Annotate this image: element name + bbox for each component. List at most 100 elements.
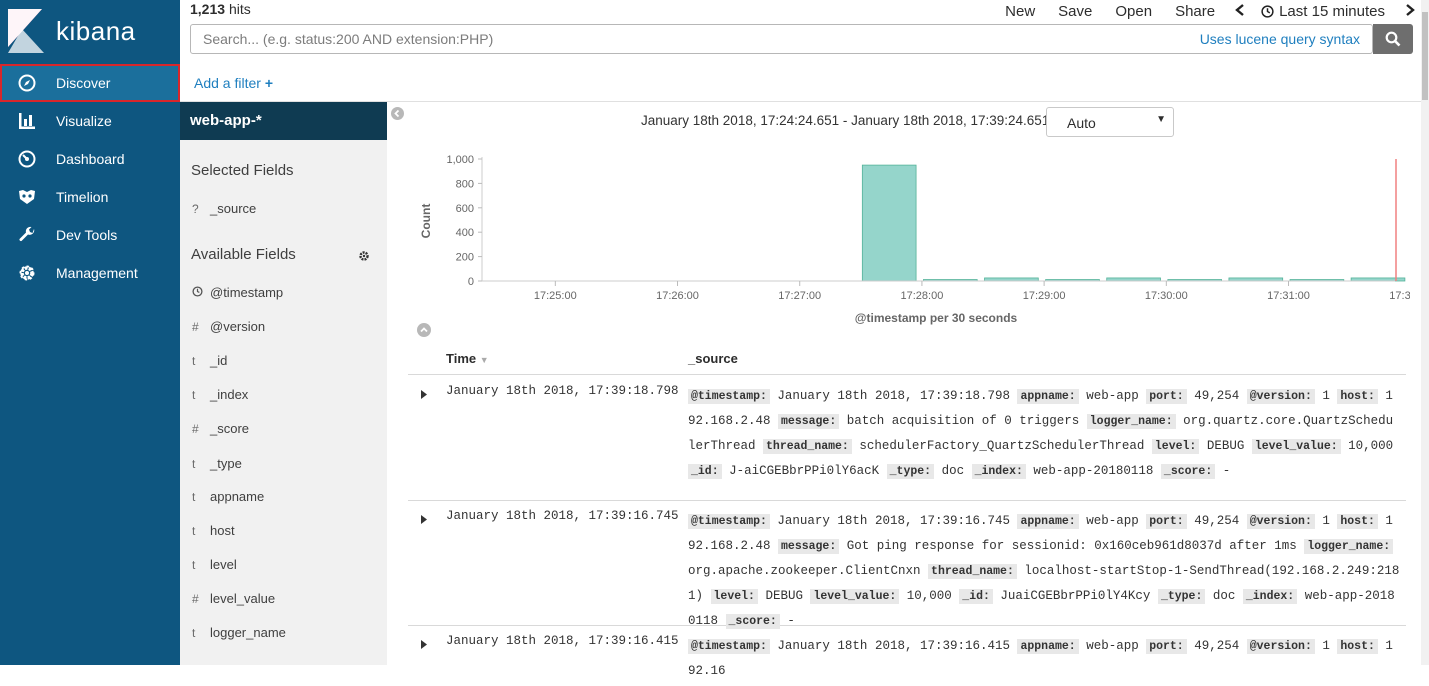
time-picker-button[interactable]: Last 15 minutes — [1261, 3, 1385, 20]
histogram-chart: 0 200 400 600 800 1,000 17:25:00 17:26:00 17:27… — [419, 154, 1410, 325]
field-item[interactable]: t logger_name — [192, 625, 286, 640]
source-field-key: level_value: — [1251, 439, 1341, 454]
field-name: _index — [210, 387, 249, 402]
field-item[interactable]: # _score — [192, 421, 249, 436]
field-type: t — [192, 523, 196, 538]
field-item[interactable]: @timestamp — [192, 285, 283, 300]
y-tick-label: 200 — [456, 252, 474, 264]
gear-icon — [17, 263, 37, 283]
x-tick-label: 17:31:00 — [1267, 290, 1310, 302]
source-field-value: schedulerFactory_QuartzSchedulerThread — [851, 439, 1152, 453]
nav-item-dashboard[interactable]: Dashboard — [0, 140, 180, 178]
x-axis: 17:25:00 17:26:00 17:27:00 17:28:00 17:29:00… — [482, 159, 1410, 302]
field-name: appname — [210, 489, 265, 504]
field-item[interactable]: t _id — [192, 353, 227, 368]
available-fields-title: Available Fields — [191, 246, 296, 263]
source-field-value: 1 — [1314, 639, 1338, 653]
bar-chart-icon — [17, 111, 37, 131]
histogram-bars — [861, 164, 1406, 282]
timelion-mask-icon — [17, 187, 37, 207]
time-back-button[interactable] — [1235, 3, 1245, 20]
source-field-key: level: — [1151, 439, 1200, 454]
share-button[interactable]: Share — [1175, 3, 1215, 20]
search-icon — [1385, 31, 1401, 47]
kibana-logo[interactable]: kibana — [8, 8, 178, 54]
table-row: January 18th 2018, 17:39:16.415 @timesta… — [408, 626, 1406, 686]
source-field-value: January 18th 2018, 17:39:16.415 — [769, 639, 1018, 653]
wrench-icon — [17, 225, 37, 245]
expand-row-icon[interactable] — [420, 636, 430, 649]
field-item[interactable]: ? _source — [192, 201, 256, 216]
field-name: level_value — [210, 591, 276, 606]
field-name: logger_name — [210, 625, 286, 640]
collapse-chart-button[interactable] — [417, 323, 431, 337]
source-field-key: @timestamp: — [688, 389, 770, 404]
nav-item-discover[interactable]: Discover — [0, 64, 180, 102]
save-button[interactable]: Save — [1058, 3, 1092, 20]
field-type: # — [192, 591, 199, 606]
nav-item-label: Management — [56, 265, 138, 281]
source-field-key: @timestamp: — [688, 639, 770, 654]
field-list: Selected Fields ? _source Available Field… — [180, 140, 387, 665]
source-field-key: level: — [710, 589, 758, 604]
field-item[interactable]: # level_value — [192, 591, 275, 606]
source-field-value: January 18th 2018, 17:39:16.745 — [769, 514, 1018, 528]
collapse-sidebar-button[interactable] — [391, 107, 404, 120]
time-forward-button[interactable] — [1405, 3, 1415, 20]
field-name: @timestamp — [210, 285, 284, 300]
source-field-key: @version: — [1246, 639, 1315, 654]
column-time-label: Time — [446, 351, 477, 366]
expand-row-icon[interactable] — [420, 386, 430, 399]
search-button[interactable] — [1373, 24, 1413, 54]
field-item[interactable]: t _index — [192, 387, 248, 402]
x-tick-label: 17:32:00 — [1389, 290, 1410, 302]
filter-bar: Add a filter + — [180, 62, 1425, 102]
nav-item-timelion[interactable]: Timelion — [0, 178, 180, 216]
field-item[interactable]: t _type — [192, 456, 242, 471]
index-pattern-selector[interactable]: web-app-* — [180, 102, 387, 140]
page-scrollbar[interactable] — [1421, 0, 1429, 665]
nav-item-dev-tools[interactable]: Dev Tools — [0, 216, 180, 254]
y-tick-label: 400 — [456, 227, 474, 239]
y-tick-label: 0 — [468, 276, 474, 288]
new-button[interactable]: New — [1005, 3, 1035, 20]
source-field-key: logger_name: — [1304, 539, 1394, 554]
lucene-syntax-link[interactable]: Uses lucene query syntax — [1200, 31, 1360, 47]
sort-icon: ▼ — [479, 355, 489, 365]
expand-row-icon[interactable] — [420, 511, 430, 524]
column-source-header: _source — [688, 351, 738, 366]
nav-item-visualize[interactable]: Visualize — [0, 102, 180, 140]
table-row: January 18th 2018, 17:39:18.798 @timesta… — [408, 376, 1406, 501]
source-field-key: _type: — [1157, 589, 1206, 604]
source-field-value: January 18th 2018, 17:39:18.798 — [769, 389, 1018, 403]
source-field-value: DEBUG — [757, 589, 811, 603]
x-axis-label: @timestamp per 30 seconds — [855, 311, 1018, 325]
row-source: @timestamp: January 18th 2018, 17:39:16.… — [688, 509, 1400, 634]
field-name: @version — [210, 319, 266, 334]
x-tick-label: 17:30:00 — [1145, 290, 1188, 302]
scrollbar-thumb[interactable] — [1422, 12, 1428, 100]
source-field-key: level_value: — [810, 589, 900, 604]
field-item[interactable]: t host — [192, 523, 235, 538]
top-menu: New Save Open Share Last 15 minutes — [982, 0, 1415, 22]
histogram-bar[interactable] — [861, 164, 917, 282]
x-tick-label: 17:25:00 — [534, 290, 577, 302]
column-time-header[interactable]: Time ▼ — [446, 351, 489, 366]
source-field-key: logger_name: — [1086, 414, 1176, 429]
source-field-value: 1 — [1314, 514, 1338, 528]
interval-select[interactable]: Auto ▼ — [1046, 107, 1174, 137]
source-field-value: web-app — [1078, 514, 1147, 528]
source-field-key: appname: — [1017, 389, 1079, 404]
y-tick-label: 800 — [456, 178, 474, 190]
field-settings-gear-icon[interactable] — [358, 249, 370, 267]
add-filter-link[interactable]: Add a filter + — [194, 75, 273, 91]
open-button[interactable]: Open — [1115, 3, 1152, 20]
search-input[interactable]: Search... (e.g. status:200 AND extension… — [190, 24, 1373, 54]
x-tick-label: 17:29:00 — [1023, 290, 1066, 302]
field-item[interactable]: t level — [192, 557, 237, 572]
table-header: Time ▼ _source — [408, 345, 1406, 375]
field-item[interactable]: t appname — [192, 489, 264, 504]
nav-item-management[interactable]: Management — [0, 254, 180, 292]
y-axis: 0 200 400 600 800 1,000 — [446, 154, 483, 288]
field-item[interactable]: # @version — [192, 319, 265, 334]
